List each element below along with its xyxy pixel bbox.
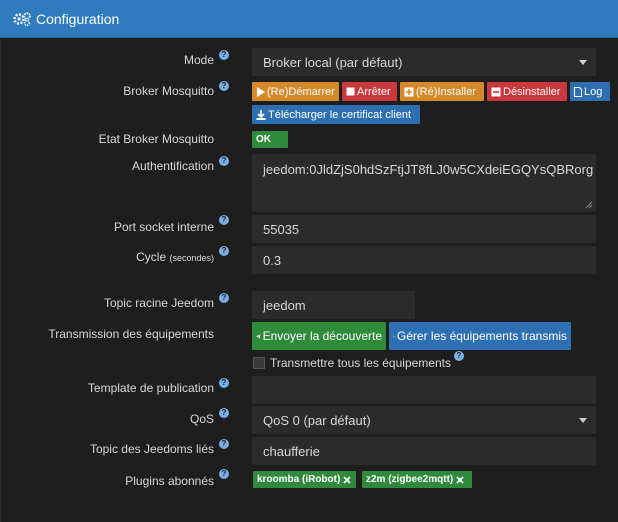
topic-root-label: Topic racine Jeedom [103,296,214,310]
mode-select[interactable]: Broker local (par défaut) [252,48,596,76]
cycle-unit: (secondes) [169,253,214,263]
download-icon [256,109,266,120]
transmission-label: Transmission des équipements [48,327,214,341]
mode-label: Mode [183,53,214,67]
stop-icon [346,87,355,96]
plugins-label: Plugins abonnés [125,474,214,488]
panel-header: Configuration [0,0,618,38]
resize-grip-icon[interactable] [585,201,593,209]
qos-help-icon[interactable]: ? [219,408,229,418]
auth-help-icon[interactable]: ? [219,156,229,166]
mode-select-value: Broker local (par défaut) [263,54,403,70]
template-input[interactable] [252,376,596,404]
panel-title: Configuration [36,10,120,27]
mode-help-icon[interactable]: ? [219,50,229,60]
auth-label: Authentification [131,159,214,173]
log-button[interactable]: Log [570,82,610,101]
cycle-label: Cycle (secondes) [136,250,214,264]
topic-root-input[interactable]: jeedom [252,291,415,319]
plugin-tag: kroomba (iRobot) [253,471,356,488]
plus-square-icon [404,87,414,96]
linked-topics-label: Topic des Jeedoms liés [89,442,214,456]
qos-label: QoS [189,412,214,426]
gear-icon [393,335,395,337]
uninstall-button[interactable]: Désinstaller [487,82,567,101]
linked-topics-input[interactable]: chaufferie [252,437,596,465]
install-button[interactable]: (Ré)Installer [400,82,484,101]
topic-root-help-icon[interactable]: ? [219,293,229,303]
port-help-icon[interactable]: ? [219,215,229,225]
auth-value: jeedom:0JldZjS0hdSzFtjJT8fLJ0w5CXdeiEGQY… [263,162,594,177]
play-icon [257,86,265,97]
broker-status-label: Etat Broker Mosquitto [98,132,214,146]
chevron-down-icon [579,418,587,423]
chevron-down-icon [579,60,587,65]
broker-help-icon[interactable]: ? [219,81,229,91]
remove-icon[interactable] [456,475,464,484]
port-input[interactable]: 55035 [252,215,596,243]
send-discovery-button[interactable]: Envoyer la découverte [252,322,386,350]
plugins-help-icon[interactable]: ? [219,469,229,479]
transmit-all-label: Transmettre tous les équipements [270,356,451,370]
linked-topics-value: chaufferie [263,443,320,459]
cycle-help-icon[interactable]: ? [219,246,229,256]
download-certificate-button[interactable]: Télécharger le certificat client [252,105,420,124]
topic-root-value: jeedom [263,297,306,313]
linked-topics-help-icon[interactable]: ? [219,439,229,449]
template-label: Template de publication [87,381,214,395]
paper-plane-icon [256,333,261,339]
qos-select-value: QoS 0 (par défaut) [263,412,371,428]
configuration-form: Mode ? Broker local (par défaut) Broker … [0,38,618,522]
broker-label: Broker Mosquitto [123,84,214,98]
port-label: Port socket interne [113,220,214,234]
manage-equipments-button[interactable]: Gérer les équipements transmis [389,322,571,350]
qos-select[interactable]: QoS 0 (par défaut) [252,406,596,434]
plugin-tag: z2m (zigbee2mqtt) [362,471,472,488]
transmit-all-help-icon[interactable]: ? [454,351,464,361]
restart-button[interactable]: (Re)Démarrer [252,82,339,101]
transmit-all-checkbox[interactable] [253,357,265,369]
minus-square-icon [491,87,501,96]
remove-icon[interactable] [343,475,351,484]
file-icon [574,86,582,97]
stop-button[interactable]: Arrêter [342,82,397,101]
cycle-input[interactable]: 0.3 [252,246,596,274]
auth-textarea[interactable]: jeedom:0JldZjS0hdSzFtjJT8fLJ0w5CXdeiEGQY… [252,154,596,212]
port-value: 55035 [263,221,300,237]
cogs-icon [13,11,31,26]
cycle-value: 0.3 [263,252,282,268]
broker-status-badge: OK [252,131,288,148]
template-help-icon[interactable]: ? [219,378,229,388]
